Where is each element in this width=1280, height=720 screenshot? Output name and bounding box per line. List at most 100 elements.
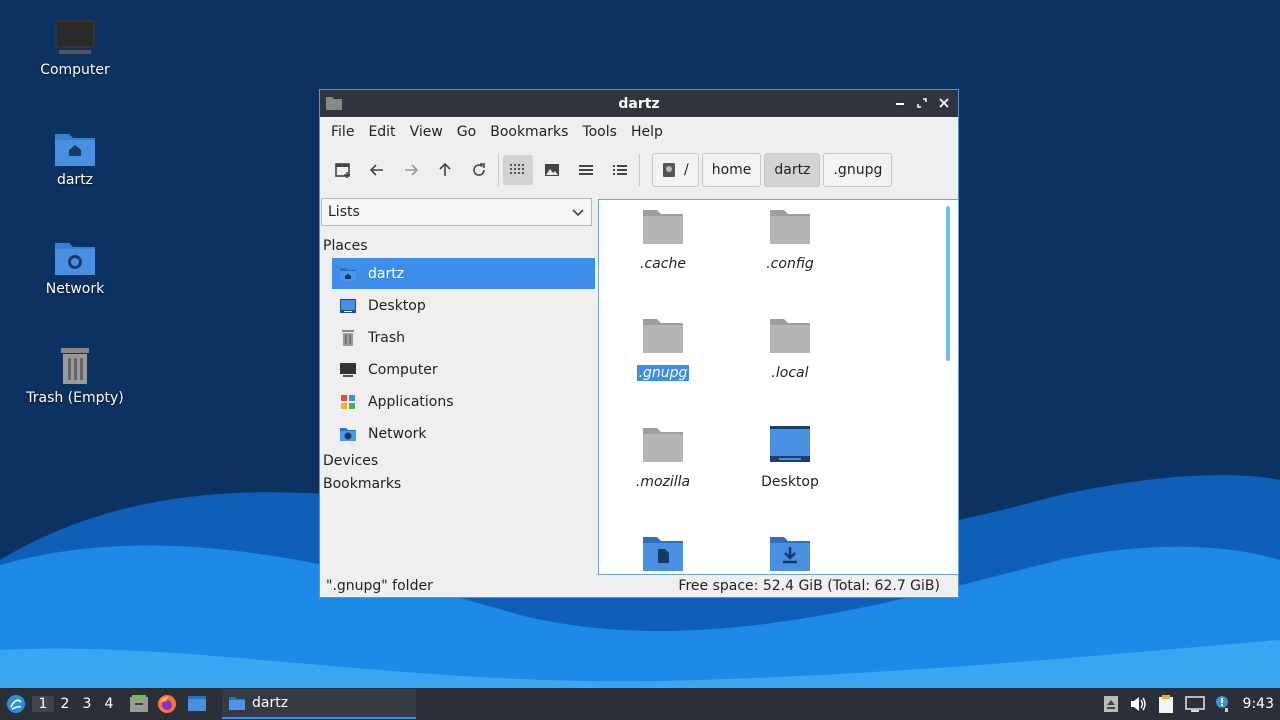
place-item-trash[interactable]: Trash xyxy=(332,322,595,353)
thumbnail-view-icon xyxy=(545,164,559,176)
icon-view-icon xyxy=(510,164,524,174)
desktop-icon-network[interactable]: Network xyxy=(20,237,130,297)
volume-icon[interactable] xyxy=(1129,696,1147,712)
place-label: Network xyxy=(368,425,427,442)
minimize-button[interactable] xyxy=(892,94,908,112)
desktop-icon-label: dartz xyxy=(56,172,94,188)
breadcrumb: / home dartz .gnupg xyxy=(652,153,893,187)
places-heading: Places xyxy=(323,238,368,254)
trash-icon xyxy=(342,329,354,346)
taskbar-window-label: dartz xyxy=(252,695,289,711)
thumbnail-view-button[interactable] xyxy=(537,155,567,185)
menu-edit[interactable]: Edit xyxy=(361,124,402,140)
file-label: .config xyxy=(766,256,814,272)
file-view[interactable]: .cache .config .gnupg .local .mozilla De… xyxy=(598,199,959,575)
desktop-icon-computer[interactable]: Computer xyxy=(20,18,130,78)
status-bar: ".gnupg" folder Free space: 52.4 GiB (To… xyxy=(320,575,958,597)
file-label: .local xyxy=(771,365,809,381)
computer-icon xyxy=(55,20,95,54)
crumb-gnupg[interactable]: .gnupg xyxy=(823,153,893,187)
applications-icon xyxy=(341,394,355,409)
file-label: .mozilla xyxy=(635,474,691,490)
window-titlebar[interactable]: dartz xyxy=(320,90,958,117)
trash-icon xyxy=(61,348,89,384)
up-button[interactable] xyxy=(430,155,460,185)
devices-heading[interactable]: Devices xyxy=(323,453,378,469)
toolbar-separator xyxy=(498,154,499,186)
update-notification-icon[interactable] xyxy=(1215,695,1233,713)
forward-button[interactable] xyxy=(396,155,426,185)
new-tab-button[interactable] xyxy=(328,155,358,185)
desktop-icon-trash[interactable]: Trash (Empty) xyxy=(20,346,130,406)
file-item[interactable]: .gnupg xyxy=(608,317,718,381)
desktop-icon xyxy=(340,298,356,313)
file-item[interactable]: .config xyxy=(735,208,845,272)
status-selection: ".gnupg" folder xyxy=(326,578,433,594)
icon-view-button[interactable] xyxy=(503,155,533,185)
close-button[interactable] xyxy=(936,94,952,112)
menu-go[interactable]: Go xyxy=(450,124,483,140)
compact-view-button[interactable] xyxy=(571,155,601,185)
folder-icon xyxy=(770,319,810,353)
clock[interactable]: 9:43 xyxy=(1243,696,1274,712)
place-item-computer[interactable]: Computer xyxy=(332,354,595,385)
eject-icon[interactable] xyxy=(1103,695,1119,713)
file-item[interactable]: .mozilla xyxy=(608,426,718,490)
workspace-1[interactable]: 1 xyxy=(32,696,54,712)
place-item-home[interactable]: dartz xyxy=(332,258,595,289)
taskbar-window-button[interactable]: dartz xyxy=(222,689,416,719)
crumb-home[interactable]: home xyxy=(701,153,762,187)
clipboard-icon[interactable] xyxy=(1157,694,1175,714)
folder-icon xyxy=(643,210,683,244)
workspace-3[interactable]: 3 xyxy=(76,696,98,712)
toolbar-separator xyxy=(639,154,640,186)
detailed-list-button[interactable] xyxy=(605,155,635,185)
crumb-label: dartz xyxy=(774,162,811,178)
place-item-desktop[interactable]: Desktop xyxy=(332,290,595,321)
launcher-files[interactable] xyxy=(126,695,152,713)
toolbar: / home dartz .gnupg xyxy=(320,147,958,193)
back-button[interactable] xyxy=(362,155,392,185)
folder-icon xyxy=(326,97,342,110)
file-item[interactable] xyxy=(735,535,845,574)
maximize-button[interactable] xyxy=(914,94,930,112)
menu-file[interactable]: File xyxy=(324,124,361,140)
window-title: dartz xyxy=(618,95,660,112)
menu-view[interactable]: View xyxy=(403,124,450,140)
menu-help[interactable]: Help xyxy=(624,124,670,140)
reload-button[interactable] xyxy=(464,155,494,185)
crumb-label: .gnupg xyxy=(833,162,883,178)
file-item[interactable] xyxy=(608,535,718,574)
desktop-icon-home[interactable]: dartz xyxy=(20,128,130,188)
file-item[interactable]: .cache xyxy=(608,208,718,272)
downloads-folder-icon xyxy=(770,537,810,571)
crumb-dartz[interactable]: dartz xyxy=(764,153,821,187)
network-connection-icon[interactable] xyxy=(1184,695,1205,713)
start-menu-button[interactable] xyxy=(0,694,32,714)
launcher-show-desktop[interactable] xyxy=(182,695,212,713)
workspace-2[interactable]: 2 xyxy=(54,696,76,712)
file-item[interactable]: Desktop xyxy=(735,426,845,490)
workspace-4[interactable]: 4 xyxy=(98,696,120,712)
scrollbar-thumb[interactable] xyxy=(946,206,950,361)
file-item[interactable]: .local xyxy=(735,317,845,381)
launcher-firefox[interactable] xyxy=(152,694,182,714)
place-label: Trash xyxy=(368,329,405,346)
menu-bookmarks[interactable]: Bookmarks xyxy=(483,124,575,140)
file-label: .cache xyxy=(640,256,686,272)
bookmarks-heading[interactable]: Bookmarks xyxy=(323,476,401,492)
desktop-icon-label: Computer xyxy=(40,62,110,78)
computer-icon xyxy=(340,362,356,377)
side-pane-mode-select[interactable]: Lists xyxy=(321,198,592,226)
place-item-network[interactable]: Network xyxy=(332,418,595,449)
menu-bar: File Edit View Go Bookmarks Tools Help xyxy=(320,117,958,147)
folder-icon xyxy=(770,210,810,244)
system-tray: 9:43 xyxy=(1103,688,1280,720)
crumb-root[interactable]: / xyxy=(652,153,699,187)
crumb-label: / xyxy=(684,162,689,178)
place-item-applications[interactable]: Applications xyxy=(332,386,595,417)
menu-tools[interactable]: Tools xyxy=(575,124,624,140)
compact-view-icon xyxy=(579,165,593,175)
folder-icon xyxy=(643,319,683,353)
maximize-icon xyxy=(917,98,927,108)
